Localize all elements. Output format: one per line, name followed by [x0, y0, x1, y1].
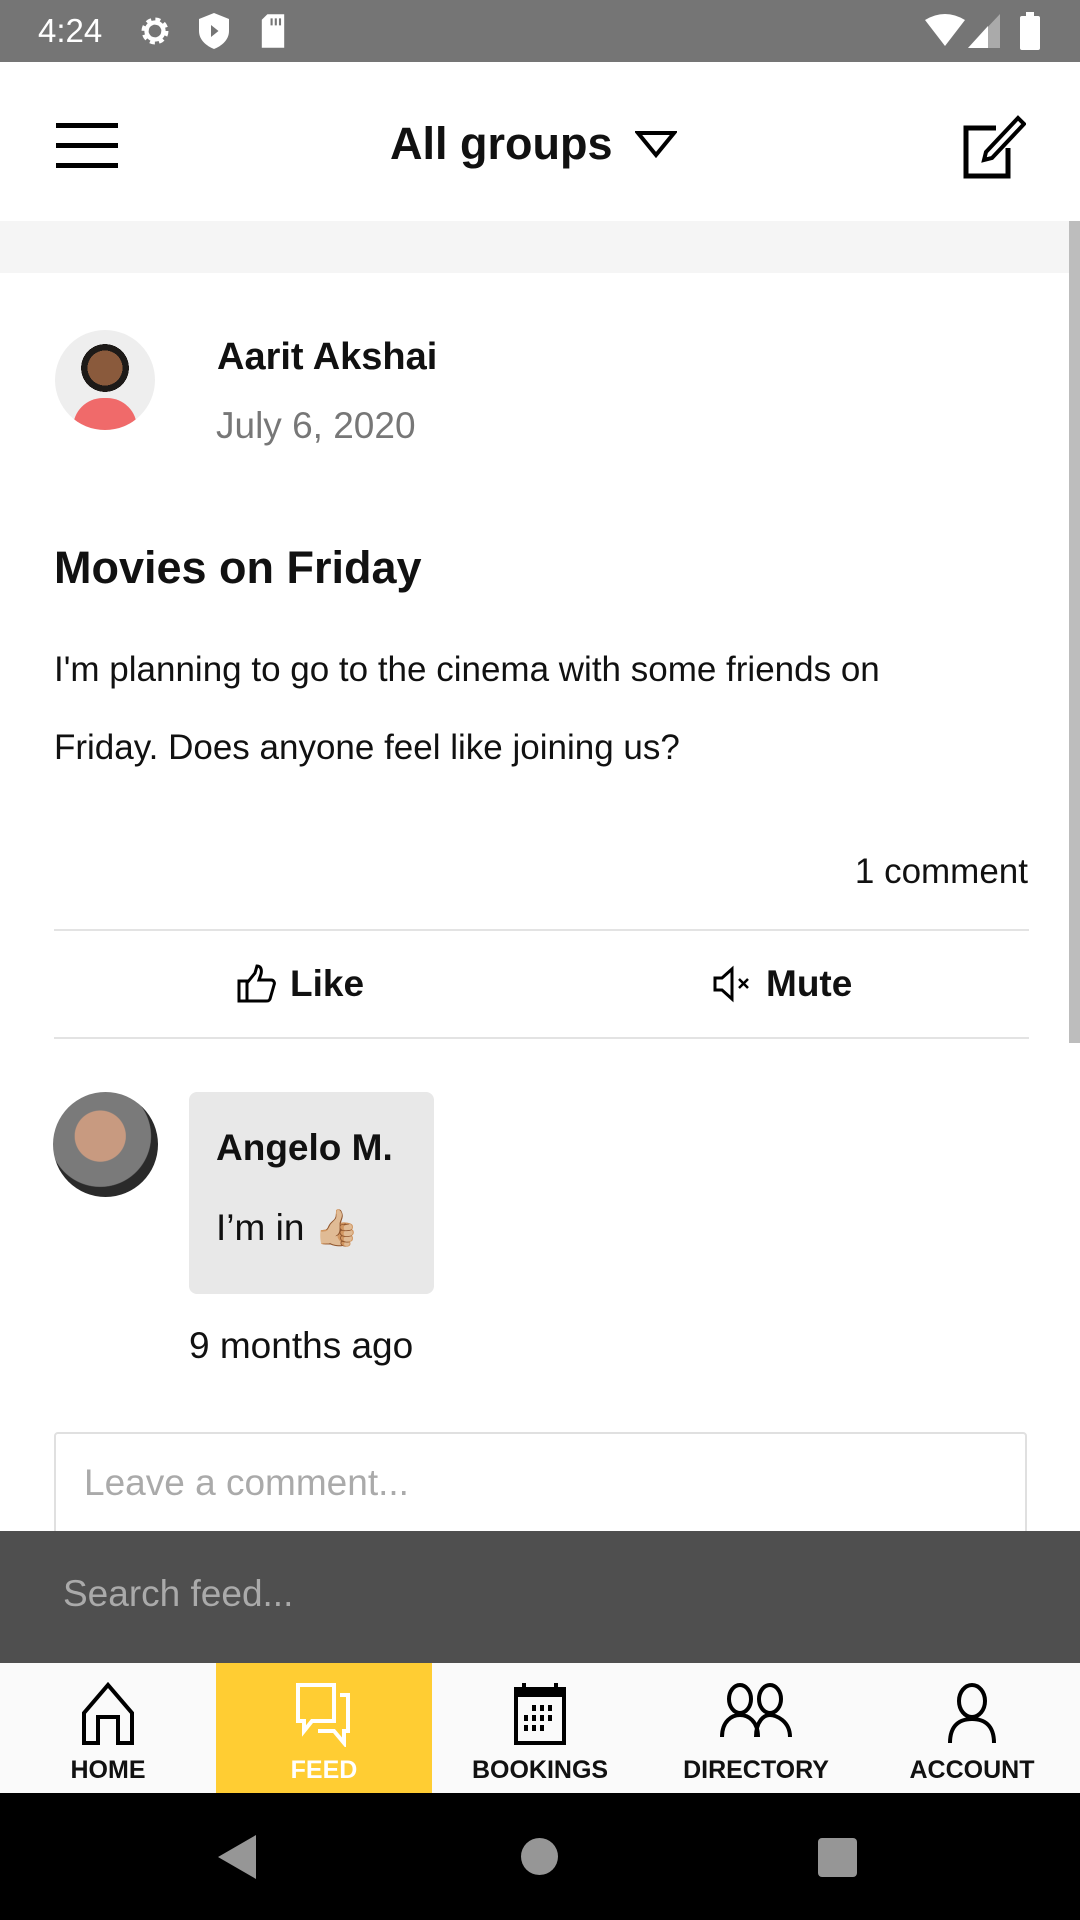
comment-author[interactable]: Angelo M. [216, 1127, 393, 1169]
comment-input-placeholder: Leave a comment... [84, 1462, 409, 1503]
search-feed-input[interactable]: Search feed... [0, 1531, 1080, 1663]
divider [54, 929, 1029, 931]
nav-bookings[interactable]: BOOKINGS [432, 1663, 648, 1793]
app-header: All groups [0, 62, 1080, 221]
post-author[interactable]: Aarit Akshai [217, 336, 437, 379]
post-body-line-2: Friday. Does anyone feel like joining us… [54, 728, 680, 767]
nav-bookings-label: BOOKINGS [471, 1756, 609, 1784]
commenter-avatar[interactable] [53, 1092, 158, 1197]
shield-icon [199, 13, 229, 49]
recents-icon[interactable] [818, 1838, 857, 1877]
comment-bubble: Angelo M. I’m in 👍🏼 [189, 1092, 434, 1294]
divider [54, 1037, 1029, 1039]
nav-home[interactable]: HOME [0, 1663, 216, 1793]
chat-bubbles-icon [296, 1683, 350, 1747]
group-selector-label: All groups [390, 118, 613, 169]
like-label: Like [290, 963, 365, 1004]
post-date: July 6, 2020 [216, 405, 416, 446]
system-nav-bar [0, 1793, 1080, 1920]
nav-feed-label: FEED [290, 1756, 358, 1784]
mute-button[interactable]: Mute [712, 963, 852, 1005]
comment-text-row: I’m in 👍🏼 [216, 1207, 359, 1249]
nav-account-label: ACCOUNT [909, 1756, 1035, 1784]
post-body-line-1: I'm planning to go to the cinema with so… [54, 650, 880, 689]
mute-icon [713, 965, 749, 1003]
nav-home-label: HOME [70, 1756, 146, 1784]
search-placeholder: Search feed... [63, 1573, 294, 1614]
comment-time: 9 months ago [189, 1325, 414, 1366]
sd-card-icon [261, 14, 285, 48]
home-icon [82, 1681, 134, 1745]
author-avatar[interactable] [55, 330, 155, 430]
hamburger-icon[interactable] [56, 122, 118, 168]
nav-directory[interactable]: DIRECTORY [648, 1663, 864, 1793]
signal-icon [968, 14, 1000, 48]
scrollbar[interactable] [1069, 221, 1080, 1043]
people-icon [720, 1683, 792, 1738]
group-selector[interactable]: All groups [390, 118, 677, 170]
feed-spacer [0, 221, 1080, 273]
mute-label: Mute [766, 963, 853, 1004]
post-title: Movies on Friday [54, 542, 422, 593]
home-circle-icon[interactable] [521, 1838, 558, 1875]
person-icon [948, 1683, 996, 1744]
bottom-nav: HOME FEED BOOKINGS DIRECTORY ACCOUNT [0, 1663, 1080, 1793]
like-button[interactable]: Like [236, 963, 364, 1005]
status-time: 4:24 [38, 12, 103, 49]
status-bar: 4:24 [0, 0, 1080, 62]
comment-count[interactable]: 1 comment [855, 852, 1028, 892]
avatar-shirt [73, 398, 137, 430]
wifi-icon [925, 14, 965, 46]
triangle-down-icon [634, 131, 677, 158]
thumbs-up-icon [237, 964, 276, 1003]
nav-account[interactable]: ACCOUNT [864, 1663, 1080, 1793]
battery-icon [1020, 12, 1040, 50]
nav-directory-label: DIRECTORY [683, 1756, 829, 1784]
compose-icon[interactable] [962, 114, 1026, 180]
gear-icon [141, 17, 169, 45]
calendar-icon [514, 1683, 566, 1745]
back-icon[interactable] [218, 1835, 258, 1879]
nav-feed[interactable]: FEED [216, 1663, 432, 1793]
comment-text: I’m in [216, 1207, 305, 1248]
thumbs-up-emoji-icon: 👍🏼 [314, 1207, 360, 1248]
